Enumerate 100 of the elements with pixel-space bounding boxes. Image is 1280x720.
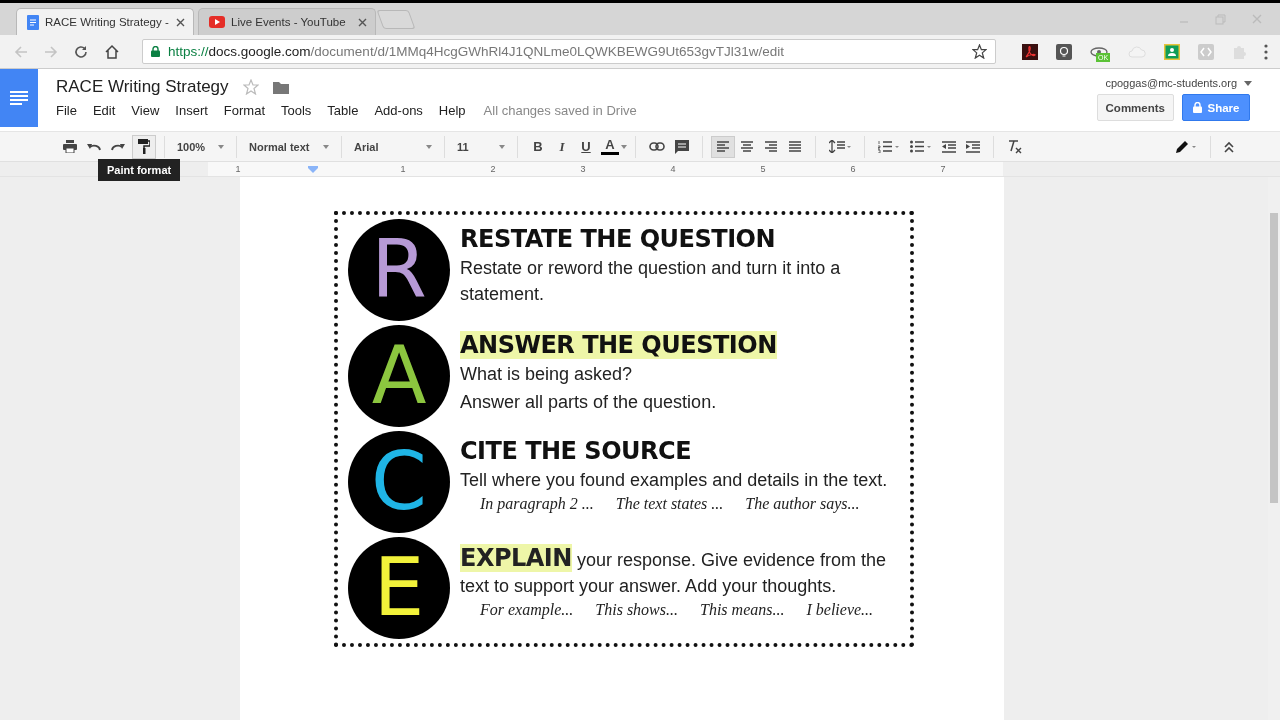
example-phrase: The text states ... xyxy=(615,495,724,513)
paint-format-button[interactable] xyxy=(132,134,156,159)
example-phrase: This means... xyxy=(700,601,785,619)
poster-letter: A xyxy=(371,336,427,416)
ruler-number: 6 xyxy=(850,164,856,174)
clear-formatting-icon[interactable] xyxy=(1007,139,1023,154)
scrollbar-thumb[interactable] xyxy=(1270,213,1278,503)
account-menu[interactable]: cpoggas@mc-students.org xyxy=(1105,77,1252,89)
numbered-list-icon[interactable] xyxy=(878,140,900,153)
poster-text: Answer all parts of the question. xyxy=(460,391,718,414)
ruler[interactable]: 1 1 2 3 4 5 6 7 xyxy=(208,162,1003,176)
example-phrase: For example... xyxy=(480,601,574,619)
poster-heading: RESTATE THE QUESTION xyxy=(460,225,776,253)
browser-tab[interactable]: Live Events - YouTube xyxy=(198,8,376,35)
caret-icon[interactable] xyxy=(621,144,627,149)
align-lines-icon xyxy=(741,141,753,152)
pdf-icon[interactable] xyxy=(1022,43,1038,60)
save-status: All changes saved in Drive xyxy=(483,103,637,118)
menu-item[interactable]: Insert xyxy=(175,103,208,118)
paint-roller-icon xyxy=(138,139,150,154)
reload-icon[interactable] xyxy=(74,44,88,59)
link-icon[interactable] xyxy=(649,142,665,151)
url-text: https://docs.google.com/document/d/1MMq4HcgGWhRl4J1QNLme0LQWKBEWG9Ut653gvTJl31w/edit xyxy=(168,44,786,59)
poster-heading: CITE THE SOURCE xyxy=(460,437,692,465)
poster-text: Restate or reword the question and turn it into a statement. xyxy=(460,257,842,306)
ruler-number: 5 xyxy=(760,164,766,174)
ruler-number: 2 xyxy=(490,164,496,174)
align-lines-icon xyxy=(789,141,801,152)
person-icon[interactable] xyxy=(1164,43,1180,60)
format-button[interactable]: B xyxy=(526,139,550,154)
lock-icon xyxy=(1192,102,1202,113)
decrease-indent-icon[interactable] xyxy=(942,140,956,153)
format-button[interactable]: U xyxy=(574,139,598,154)
style-dropdown[interactable]: Normal text xyxy=(245,140,333,153)
example-phrase: The author says... xyxy=(745,495,860,513)
line-spacing-icon[interactable] xyxy=(829,140,851,153)
print-icon[interactable] xyxy=(63,140,77,153)
ruler-number: 7 xyxy=(940,164,946,174)
star-icon[interactable] xyxy=(242,79,259,95)
menu-item[interactable]: Format xyxy=(223,103,265,118)
document-icon xyxy=(27,14,39,30)
close-icon[interactable] xyxy=(176,17,185,27)
star-icon[interactable] xyxy=(972,44,987,59)
example-phrase: In paragraph 2 ... xyxy=(480,495,594,513)
ruler-number: 1 xyxy=(400,164,406,174)
format-button[interactable]: I xyxy=(550,138,574,155)
menu-item[interactable]: Edit xyxy=(92,103,116,118)
menu-icon[interactable] xyxy=(1264,43,1268,60)
ruler-number: 4 xyxy=(670,164,676,174)
format-button[interactable]: A xyxy=(601,138,619,155)
increase-indent-icon[interactable] xyxy=(966,140,980,153)
poster-letter: E xyxy=(373,548,425,628)
menu-item[interactable]: Table xyxy=(327,103,359,118)
menu-item[interactable]: File xyxy=(56,103,77,118)
poster-letter: C xyxy=(371,442,427,522)
font-dropdown[interactable]: Arial xyxy=(350,140,436,153)
caret-icon xyxy=(499,144,505,149)
document-title[interactable]: RACE Writing Strategy xyxy=(56,77,229,97)
caret-icon xyxy=(218,144,224,149)
align-lines-icon xyxy=(717,141,729,152)
caret-icon xyxy=(426,144,432,149)
undo-icon[interactable] xyxy=(87,142,101,151)
menu-item[interactable]: Help xyxy=(438,103,466,118)
lock-icon xyxy=(151,46,160,57)
home-icon[interactable] xyxy=(104,44,120,59)
redo-icon[interactable] xyxy=(111,142,125,151)
folder-icon[interactable] xyxy=(272,80,289,94)
font-size-dropdown[interactable]: 11 xyxy=(453,140,509,153)
poster-text: Tell where you found examples and details in the text. xyxy=(460,469,888,492)
comments-button[interactable]: Comments xyxy=(1096,94,1174,121)
docs-logo-icon[interactable] xyxy=(0,69,38,127)
ruler-number: 1 xyxy=(235,164,241,174)
menu-item[interactable]: Add-ons xyxy=(374,103,423,118)
align-lines-icon xyxy=(765,141,777,152)
caret-icon xyxy=(323,144,329,149)
bulleted-list-icon[interactable] xyxy=(910,140,932,153)
poster-letter: R xyxy=(371,230,427,310)
menu-item[interactable]: View xyxy=(131,103,160,118)
menu-item[interactable]: Tools xyxy=(281,103,312,118)
tab-title: Live Events - YouTube xyxy=(231,16,347,28)
pencil-icon[interactable] xyxy=(1175,139,1197,154)
example-phrase: I believe... xyxy=(806,601,874,619)
collapse-icon[interactable] xyxy=(1224,140,1234,153)
play-icon xyxy=(209,16,225,28)
indent-marker-icon[interactable] xyxy=(308,165,318,173)
poster-text: What is being asked? xyxy=(460,363,634,386)
tooltip: Paint format xyxy=(98,159,181,181)
poster-heading: ANSWER THE QUESTION xyxy=(460,331,777,359)
example-phrase: This shows... xyxy=(595,601,678,619)
caret-icon xyxy=(1244,80,1252,86)
ruler-number: 3 xyxy=(580,164,586,174)
poster-text: EXPLAIN your response. Give evidence from the text to support your answer. Add your thoughts. xyxy=(460,545,888,598)
comment-icon[interactable] xyxy=(675,139,689,154)
align-button[interactable] xyxy=(711,135,735,158)
close-icon[interactable] xyxy=(358,17,367,27)
tab-title: RACE Writing Strategy - xyxy=(45,16,170,28)
zoom-dropdown[interactable]: 100% xyxy=(173,140,228,153)
browser-tab[interactable]: RACE Writing Strategy - xyxy=(16,8,194,35)
address-field[interactable]: https://docs.google.com/document/d/1MMq4HcgGWhRl4J1QNLme0LQWKBEWG9Ut653gvTJl31w/edit xyxy=(142,39,996,64)
bulb-icon[interactable] xyxy=(1056,43,1072,60)
